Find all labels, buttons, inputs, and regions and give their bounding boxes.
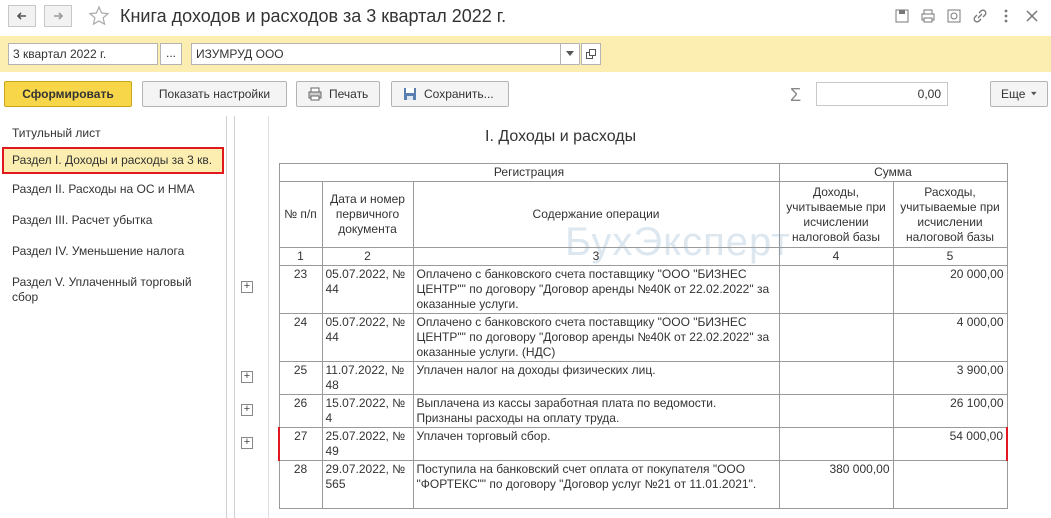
row-number: 25 xyxy=(278,361,323,395)
print-button[interactable]: Печать xyxy=(296,81,380,107)
row-date: 05.07.2022, № 44 xyxy=(321,265,414,314)
chevron-down-icon xyxy=(1031,91,1037,96)
row-number: 23 xyxy=(278,265,323,314)
row-income xyxy=(778,361,894,395)
arrow-left-icon xyxy=(16,12,26,20)
table-row[interactable]: 25 11.07.2022, № 48 Уплачен налог на дох… xyxy=(278,361,1008,395)
row-income: 380 000,00 xyxy=(778,460,894,509)
row-date: 05.07.2022, № 44 xyxy=(321,313,414,362)
expand-group-icon[interactable]: + xyxy=(241,371,253,383)
row-income xyxy=(778,265,894,314)
report-title: I. Доходы и расходы xyxy=(485,128,637,145)
row-date: 25.07.2022, № 49 xyxy=(321,427,414,461)
table-row[interactable]: 28 29.07.2022, № 565 Поступила на банков… xyxy=(278,460,1008,509)
col-number: 1 xyxy=(278,247,323,266)
organization-dropdown-button[interactable] xyxy=(560,43,580,65)
sidebar-item-section-1[interactable]: Раздел I. Доходы и расходы за 3 кв. xyxy=(2,147,224,174)
table-row[interactable]: 23 05.07.2022, № 44 Оплачено с банковско… xyxy=(278,265,1008,314)
star-icon[interactable] xyxy=(88,5,110,27)
floppy-icon xyxy=(404,88,416,100)
income-expense-table: Регистрация Сумма № п/п Дата и номер пер… xyxy=(278,163,1008,509)
save-button[interactable]: Сохранить... xyxy=(391,81,509,107)
expand-group-icon[interactable]: + xyxy=(241,281,253,293)
row-content: Уплачен налог на доходы физических лиц. xyxy=(412,361,780,395)
header-sum: Сумма xyxy=(778,163,1008,182)
header-income: Доходы, учитываемые при исчислении налог… xyxy=(778,181,894,248)
header-date: Дата и номер первичного документа xyxy=(321,181,414,248)
chevron-down-icon xyxy=(566,51,574,56)
period-select-button[interactable]: ... xyxy=(160,43,182,65)
preview-icon[interactable] xyxy=(945,7,963,25)
col-number: 2 xyxy=(321,247,414,266)
sidebar-item-section-5[interactable]: Раздел V. Уплаченный торговый сбор xyxy=(0,271,226,309)
printer-icon xyxy=(308,87,322,101)
row-expense xyxy=(892,460,1008,509)
sidebar-item-section-3[interactable]: Раздел III. Расчет убытка xyxy=(0,209,226,232)
period-field[interactable]: 3 квартал 2022 г. xyxy=(8,43,158,65)
row-content: Оплачено с банковского счета поставщику … xyxy=(412,313,780,362)
row-content: Оплачено с банковского счета поставщику … xyxy=(412,265,780,314)
print-icon[interactable] xyxy=(919,7,937,25)
organization-field[interactable]: ИЗУМРУД ООО xyxy=(191,43,561,65)
expand-group-icon[interactable]: + xyxy=(241,404,253,416)
header-expense: Расходы, учитываемые при исчислении нало… xyxy=(892,181,1008,248)
close-icon[interactable] xyxy=(1023,7,1041,25)
sidebar-item-section-2[interactable]: Раздел II. Расходы на ОС и НМА xyxy=(0,178,226,201)
sidebar-item-title-page[interactable]: Титульный лист xyxy=(0,122,226,145)
arrow-right-icon xyxy=(54,12,64,20)
header-registration: Регистрация xyxy=(278,163,780,182)
row-date: 11.07.2022, № 48 xyxy=(321,361,414,395)
back-button[interactable] xyxy=(8,5,36,27)
window-title: Книга доходов и расходов за 3 квартал 20… xyxy=(120,6,507,26)
row-number: 27 xyxy=(278,427,323,461)
open-window-icon xyxy=(586,49,596,59)
row-expense: 26 100,00 xyxy=(892,394,1008,428)
row-income xyxy=(778,313,894,362)
forward-button[interactable] xyxy=(44,5,72,27)
row-date: 29.07.2022, № 565 xyxy=(321,460,414,509)
row-expense: 54 000,00 xyxy=(892,427,1008,461)
organization-open-button[interactable] xyxy=(581,43,601,65)
more-button[interactable]: Еще xyxy=(990,81,1048,107)
link-icon[interactable] xyxy=(971,7,989,25)
row-content: Выплачена из кассы заработная плата по в… xyxy=(412,394,780,428)
table-row[interactable]: 26 15.07.2022, № 4 Выплачена из кассы за… xyxy=(278,394,1008,428)
table-row[interactable]: 24 05.07.2022, № 44 Оплачено с банковско… xyxy=(278,313,1008,362)
row-expense: 20 000,00 xyxy=(892,265,1008,314)
row-income xyxy=(778,394,894,428)
title-bar: Книга доходов и расходов за 3 квартал 20… xyxy=(0,0,1051,34)
header-num: № п/п xyxy=(278,181,323,248)
row-income xyxy=(778,427,894,461)
print-label: Печать xyxy=(329,87,369,101)
row-number: 28 xyxy=(278,460,323,509)
save-icon[interactable] xyxy=(893,7,911,25)
row-content: Уплачен торговый сбор. xyxy=(412,427,780,461)
sidebar-item-section-4[interactable]: Раздел IV. Уменьшение налога xyxy=(0,240,226,263)
row-number: 24 xyxy=(278,313,323,362)
save-label: Сохранить... xyxy=(424,87,494,101)
row-number: 26 xyxy=(278,394,323,428)
sigma-icon: Σ xyxy=(790,85,802,105)
col-number: 5 xyxy=(892,247,1008,266)
row-expense: 4 000,00 xyxy=(892,313,1008,362)
row-content: Поступила на банковский счет оплата от п… xyxy=(412,460,780,509)
expand-group-icon[interactable]: + xyxy=(241,437,253,449)
grouping-gutter: + + + + xyxy=(235,116,269,518)
more-label: Еще xyxy=(1001,87,1026,101)
parameters-panel: 3 квартал 2022 г. ... ИЗУМРУД ООО xyxy=(0,36,1051,72)
col-number: 4 xyxy=(778,247,894,266)
row-date: 15.07.2022, № 4 xyxy=(321,394,414,428)
sections-sidebar: Титульный лист Раздел I. Доходы и расход… xyxy=(0,116,227,518)
report-area: + + + + I. Доходы и расходы БухЭксперт Р… xyxy=(234,116,1051,518)
row-expense: 3 900,00 xyxy=(892,361,1008,395)
header-content: Содержание операции xyxy=(412,181,780,248)
sum-field: 0,00 xyxy=(816,82,948,106)
show-settings-button[interactable]: Показать настройки xyxy=(142,81,287,107)
generate-button[interactable]: Сформировать xyxy=(4,81,132,107)
col-number: 3 xyxy=(412,247,780,266)
table-row-highlighted[interactable]: 27 25.07.2022, № 49 Уплачен торговый сбо… xyxy=(278,427,1008,461)
more-vertical-icon[interactable] xyxy=(997,7,1015,25)
